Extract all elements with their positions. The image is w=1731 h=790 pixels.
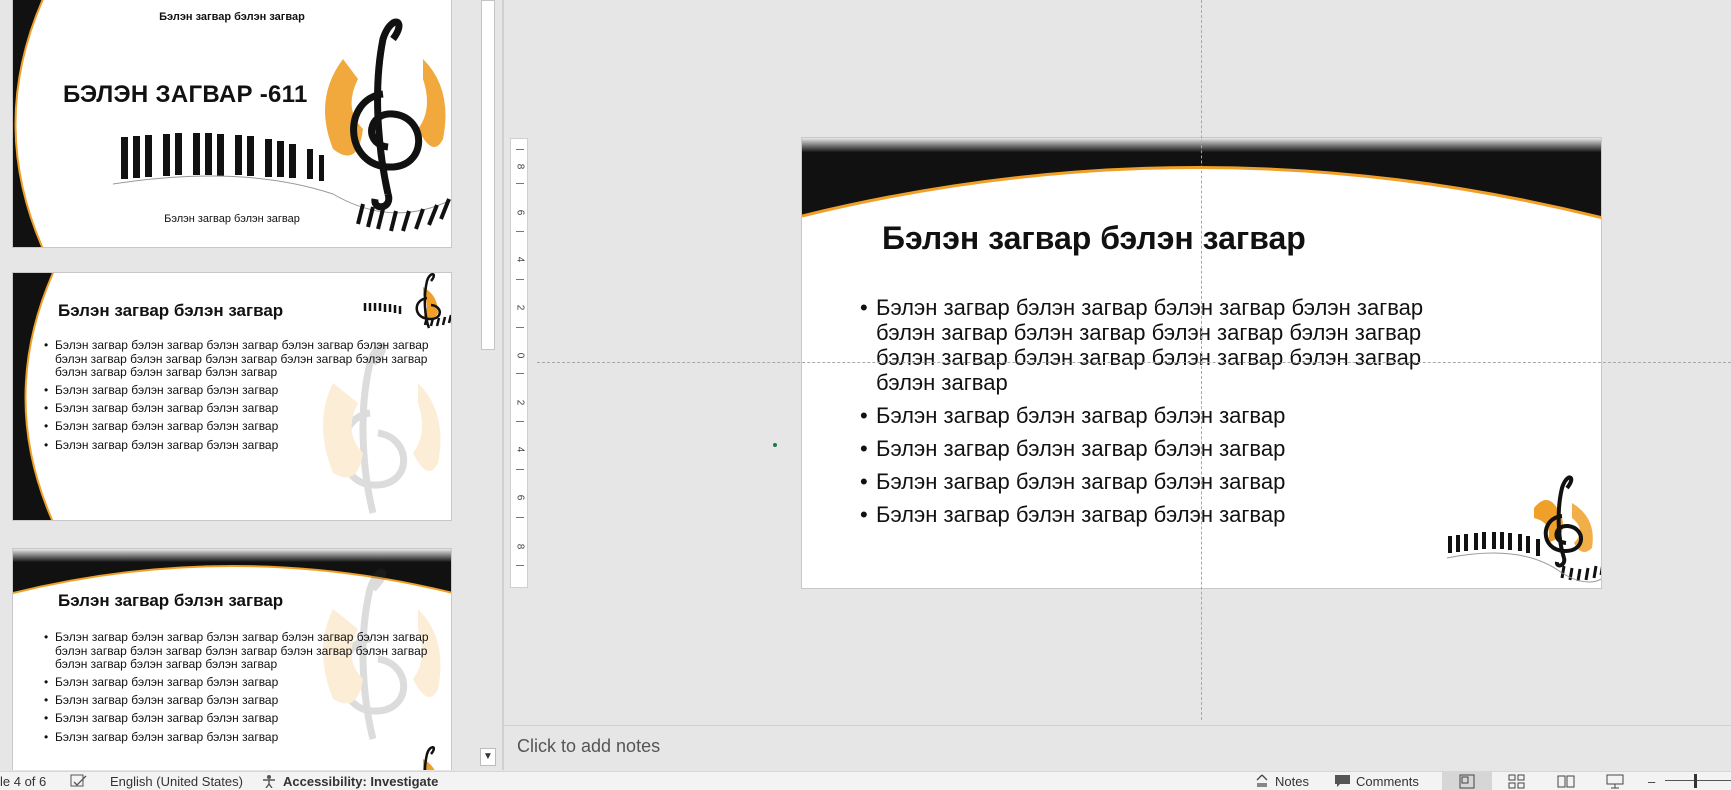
accessibility-status[interactable]: Accessibility: Investigate	[283, 774, 438, 789]
thumbnail-title: БЭЛЭН ЗАГВАР -611	[63, 81, 308, 108]
notes-button[interactable]: Notes	[1275, 774, 1309, 789]
thumbnail-bullet: Бэлэн загвар бэлэн загвар бэлэн загвар	[44, 730, 433, 745]
accessibility-icon[interactable]	[261, 774, 277, 790]
thumbnail-bullet: Бэлэн загвар бэлэн загвар бэлэн загвар б…	[44, 338, 433, 380]
comments-button[interactable]: Comments	[1356, 774, 1419, 789]
thumbnail-subtitle-top: Бэлэн загвар бэлэн загвар	[159, 11, 305, 23]
normal-view-icon[interactable]	[1442, 772, 1492, 790]
thumbnail-bullet-list: Бэлэн загвар бэлэн загвар бэлэн загвар б…	[43, 338, 433, 457]
ruler-label: 6	[514, 494, 526, 501]
language-indicator[interactable]: English (United States)	[110, 774, 243, 789]
thumbnail-title: Бэлэн загвар бэлэн загвар	[58, 301, 284, 320]
notes-pane[interactable]: Click to add notes	[504, 725, 1731, 771]
zoom-slider[interactable]	[1665, 780, 1731, 781]
thumbnail-bullet: Бэлэн загвар бэлэн загвар бэлэн загвар	[44, 420, 433, 434]
zoom-slider-handle[interactable]	[1694, 774, 1697, 788]
notes-icon[interactable]	[1255, 774, 1269, 790]
cursor-dot	[773, 443, 777, 447]
slideshow-icon[interactable]	[1606, 774, 1624, 790]
horizontal-guide[interactable]	[537, 362, 1731, 363]
slide-content-placeholder[interactable]: Бэлэн загвар бэлэн загвар бэлэн загвар б…	[860, 295, 1482, 535]
slide-bullet[interactable]: Бэлэн загвар бэлэн загвар бэлэн загвар	[860, 403, 1482, 428]
thumbnail-bullet: Бэлэн загвар бэлэн загвар бэлэн загвар	[44, 676, 433, 690]
thumbnail-bullet-list: Бэлэн загвар бэлэн загвар бэлэн загвар б…	[43, 630, 433, 749]
ruler-label: 6	[514, 209, 526, 216]
slide-thumbnail-3[interactable]: Бэлэн загвар бэлэн загвар Бэлэн загвар б…	[12, 548, 452, 770]
thumbnail-pane: Бэлэн загвар бэлэн загвар БЭЛЭН ЗАГВАР -…	[0, 0, 498, 770]
slide-title[interactable]: Бэлэн загвар бэлэн загвар	[882, 220, 1306, 257]
thumbnail-scrollbar[interactable]: ▼	[478, 0, 498, 770]
scroll-down-arrow-icon[interactable]: ▼	[480, 748, 496, 766]
slide-thumbnail-1[interactable]: Бэлэн загвар бэлэн загвар БЭЛЭН ЗАГВАР -…	[12, 0, 452, 248]
comments-icon[interactable]	[1334, 774, 1351, 790]
notes-placeholder[interactable]: Click to add notes	[517, 736, 660, 757]
scrollbar-thumb[interactable]	[481, 0, 495, 350]
slide-bullet[interactable]: Бэлэн загвар бэлэн загвар бэлэн загвар	[860, 436, 1482, 461]
thumbnail-subtitle-bottom: Бэлэн загвар бэлэн загвар	[164, 213, 300, 225]
ruler-label: 4	[514, 256, 526, 263]
thumbnail-bullet: Бэлэн загвар бэлэн загвар бэлэн загвар	[44, 694, 433, 708]
vertical-ruler: 8 6 4 2 0 2 4 6 8	[510, 138, 528, 588]
vertical-guide[interactable]	[1201, 0, 1202, 720]
reading-view-icon[interactable]	[1557, 774, 1575, 790]
status-bar: le 4 of 6 English (United States) Access…	[0, 771, 1731, 790]
slide-sorter-icon[interactable]	[1508, 774, 1526, 790]
slide-indicator[interactable]: le 4 of 6	[0, 774, 46, 789]
thumbnail-bullet: Бэлэн загвар бэлэн загвар бэлэн загвар	[44, 712, 433, 726]
ruler-label: 8	[514, 163, 526, 170]
slide-bullet[interactable]: Бэлэн загвар бэлэн загвар бэлэн загвар б…	[860, 295, 1482, 395]
thumbnail-bullet: Бэлэн загвар бэлэн загвар бэлэн загвар б…	[44, 630, 433, 672]
ruler-label: 2	[514, 304, 526, 311]
ruler-label: 2	[514, 399, 526, 406]
ruler-label: 4	[514, 446, 526, 453]
ruler-label: 0	[514, 352, 526, 359]
slide-thumbnail-2[interactable]: Бэлэн загвар бэлэн загвар Бэлэн загвар б…	[12, 272, 452, 521]
spellcheck-icon[interactable]	[70, 774, 88, 790]
slide-bullet[interactable]: Бэлэн загвар бэлэн загвар бэлэн загвар	[860, 502, 1482, 527]
thumbnail-bullet: Бэлэн загвар бэлэн загвар бэлэн загвар	[44, 384, 433, 398]
zoom-out-icon[interactable]: –	[1648, 774, 1655, 789]
thumbnail-bullet: Бэлэн загвар бэлэн загвар бэлэн загвар	[44, 438, 433, 453]
thumbnail-background-art	[13, 0, 451, 247]
slide-bullet[interactable]: Бэлэн загвар бэлэн загвар бэлэн загвар	[860, 469, 1482, 494]
thumbnail-title: Бэлэн загвар бэлэн загвар	[58, 591, 284, 610]
thumbnail-bullet: Бэлэн загвар бэлэн загвар бэлэн загвар	[44, 402, 433, 416]
pane-divider[interactable]	[502, 0, 504, 770]
ruler-label: 8	[514, 543, 526, 550]
